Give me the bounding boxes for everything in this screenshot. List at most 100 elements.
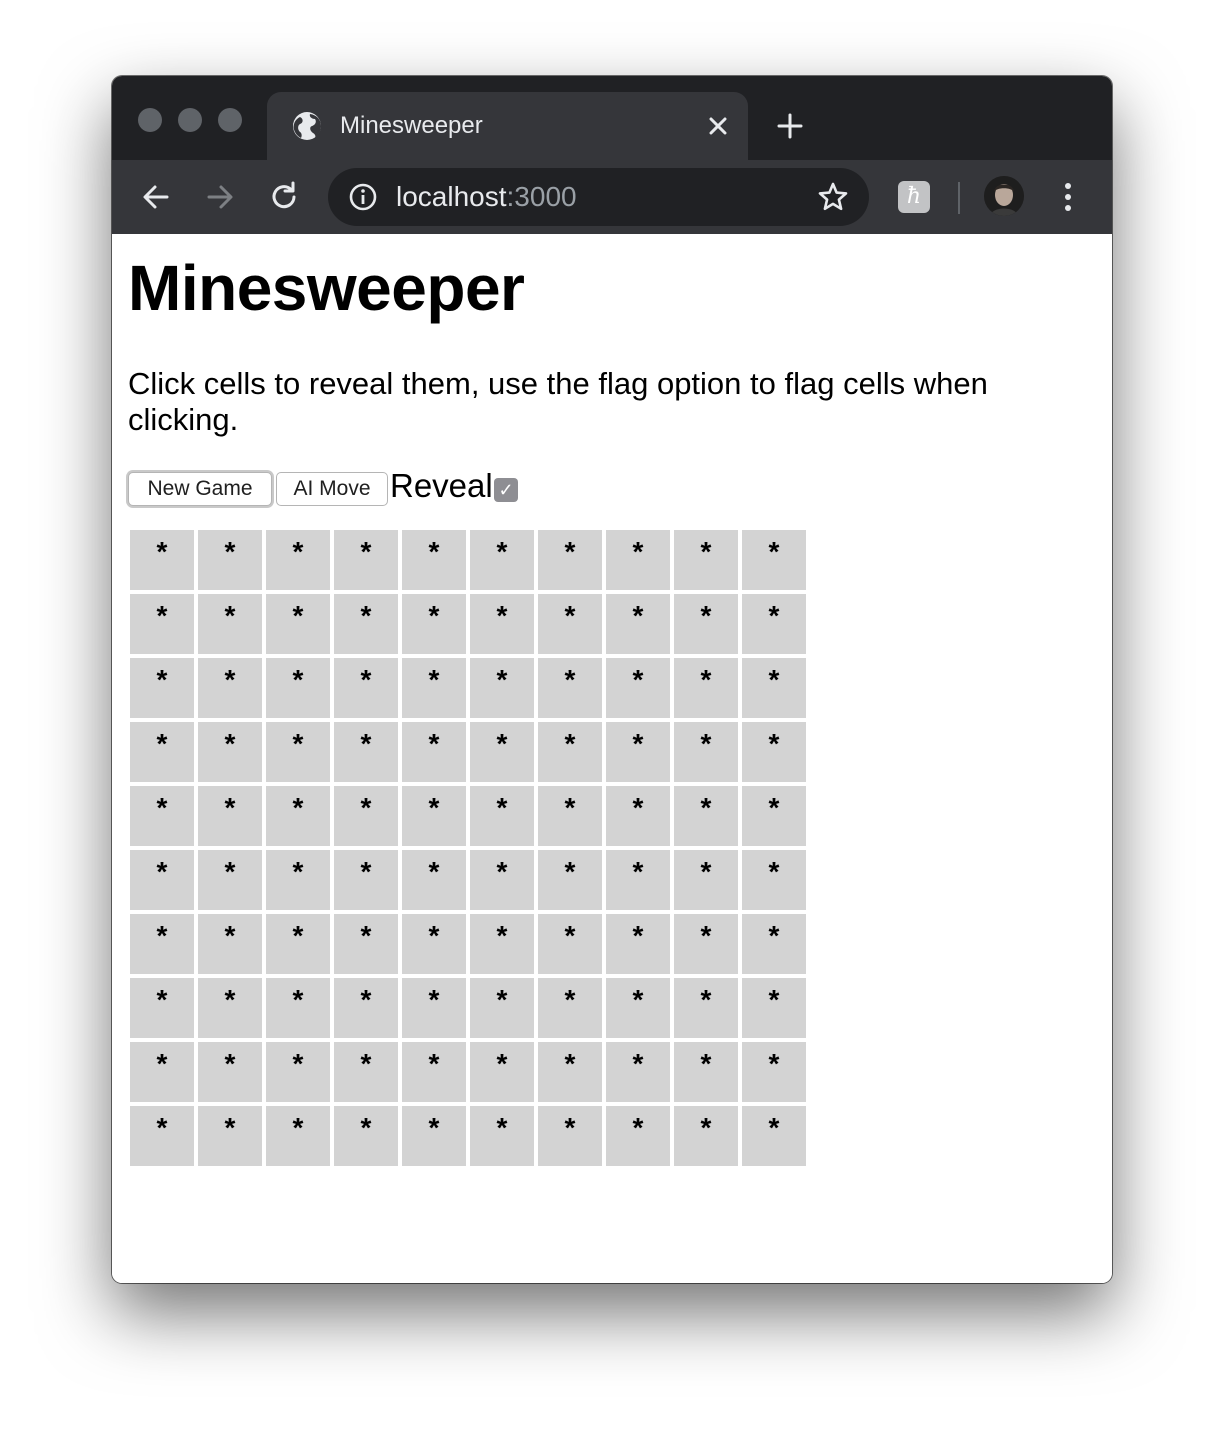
- board-cell[interactable]: *: [538, 1106, 602, 1166]
- board-cell[interactable]: *: [674, 914, 738, 974]
- board-cell[interactable]: *: [470, 914, 534, 974]
- board-cell[interactable]: *: [130, 658, 194, 718]
- board-cell[interactable]: *: [402, 914, 466, 974]
- board-cell[interactable]: *: [198, 722, 262, 782]
- board-cell[interactable]: *: [742, 914, 806, 974]
- zoom-window-button[interactable]: [218, 108, 242, 132]
- board-cell[interactable]: *: [130, 530, 194, 590]
- board-cell[interactable]: *: [198, 594, 262, 654]
- board-cell[interactable]: *: [674, 850, 738, 910]
- board-cell[interactable]: *: [538, 722, 602, 782]
- board-cell[interactable]: *: [402, 978, 466, 1038]
- board-cell[interactable]: *: [470, 722, 534, 782]
- extension-icon[interactable]: ħ: [898, 181, 930, 213]
- board-cell[interactable]: *: [130, 1106, 194, 1166]
- board-cell[interactable]: *: [606, 658, 670, 718]
- board-cell[interactable]: *: [402, 658, 466, 718]
- board-cell[interactable]: *: [470, 850, 534, 910]
- board-cell[interactable]: *: [470, 1042, 534, 1102]
- board-cell[interactable]: *: [606, 914, 670, 974]
- board-cell[interactable]: *: [538, 530, 602, 590]
- board-cell[interactable]: *: [402, 1106, 466, 1166]
- board-cell[interactable]: *: [334, 1042, 398, 1102]
- board-cell[interactable]: *: [198, 1106, 262, 1166]
- board-cell[interactable]: *: [674, 722, 738, 782]
- board-cell[interactable]: *: [334, 978, 398, 1038]
- avatar[interactable]: [984, 176, 1024, 216]
- board-cell[interactable]: *: [742, 530, 806, 590]
- board-cell[interactable]: *: [334, 594, 398, 654]
- board-cell[interactable]: *: [674, 530, 738, 590]
- board-cell[interactable]: *: [606, 1106, 670, 1166]
- board-cell[interactable]: *: [674, 594, 738, 654]
- board-cell[interactable]: *: [130, 786, 194, 846]
- board-cell[interactable]: *: [742, 850, 806, 910]
- arrow-left-icon[interactable]: [138, 179, 174, 215]
- ai-move-button[interactable]: AI Move: [276, 472, 388, 506]
- reveal-checkbox[interactable]: ✓: [494, 478, 518, 502]
- board-cell[interactable]: *: [334, 530, 398, 590]
- board-cell[interactable]: *: [402, 594, 466, 654]
- board-cell[interactable]: *: [334, 850, 398, 910]
- board-cell[interactable]: *: [266, 914, 330, 974]
- board-cell[interactable]: *: [334, 914, 398, 974]
- board-cell[interactable]: *: [674, 1106, 738, 1166]
- board-cell[interactable]: *: [334, 1106, 398, 1166]
- board-cell[interactable]: *: [470, 1106, 534, 1166]
- board-cell[interactable]: *: [538, 978, 602, 1038]
- board-cell[interactable]: *: [198, 658, 262, 718]
- board-cell[interactable]: *: [266, 658, 330, 718]
- board-cell[interactable]: *: [266, 722, 330, 782]
- reload-icon[interactable]: [266, 179, 302, 215]
- board-cell[interactable]: *: [538, 850, 602, 910]
- board-cell[interactable]: *: [130, 978, 194, 1038]
- board-cell[interactable]: *: [130, 1042, 194, 1102]
- board-cell[interactable]: *: [742, 786, 806, 846]
- board-cell[interactable]: *: [130, 594, 194, 654]
- board-cell[interactable]: *: [470, 530, 534, 590]
- board-cell[interactable]: *: [198, 850, 262, 910]
- board-cell[interactable]: *: [470, 786, 534, 846]
- board-cell[interactable]: *: [130, 914, 194, 974]
- board-cell[interactable]: *: [742, 978, 806, 1038]
- board-cell[interactable]: *: [130, 722, 194, 782]
- board-cell[interactable]: *: [266, 850, 330, 910]
- board-cell[interactable]: *: [742, 594, 806, 654]
- board-cell[interactable]: *: [334, 658, 398, 718]
- board-cell[interactable]: *: [266, 530, 330, 590]
- board-cell[interactable]: *: [198, 786, 262, 846]
- board-cell[interactable]: *: [470, 978, 534, 1038]
- board-cell[interactable]: *: [674, 978, 738, 1038]
- minimize-window-button[interactable]: [178, 108, 202, 132]
- address-bar[interactable]: localhost:3000: [328, 168, 869, 226]
- board-cell[interactable]: *: [198, 1042, 262, 1102]
- board-cell[interactable]: *: [198, 978, 262, 1038]
- board-cell[interactable]: *: [606, 594, 670, 654]
- board-cell[interactable]: *: [198, 914, 262, 974]
- board-cell[interactable]: *: [674, 658, 738, 718]
- info-icon[interactable]: [348, 182, 378, 212]
- board-cell[interactable]: *: [742, 1106, 806, 1166]
- board-cell[interactable]: *: [606, 978, 670, 1038]
- board-cell[interactable]: *: [674, 1042, 738, 1102]
- board-cell[interactable]: *: [742, 722, 806, 782]
- board-cell[interactable]: *: [538, 914, 602, 974]
- star-icon[interactable]: [816, 180, 850, 214]
- board-cell[interactable]: *: [674, 786, 738, 846]
- plus-icon[interactable]: [774, 110, 806, 142]
- board-cell[interactable]: *: [742, 1042, 806, 1102]
- board-cell[interactable]: *: [606, 530, 670, 590]
- board-cell[interactable]: *: [606, 722, 670, 782]
- board-cell[interactable]: *: [538, 786, 602, 846]
- new-game-button[interactable]: New Game: [128, 472, 272, 506]
- board-cell[interactable]: *: [538, 594, 602, 654]
- board-cell[interactable]: *: [402, 530, 466, 590]
- board-cell[interactable]: *: [470, 594, 534, 654]
- close-window-button[interactable]: [138, 108, 162, 132]
- board-cell[interactable]: *: [334, 722, 398, 782]
- board-cell[interactable]: *: [266, 594, 330, 654]
- board-cell[interactable]: *: [470, 658, 534, 718]
- arrow-right-icon[interactable]: [202, 179, 238, 215]
- board-cell[interactable]: *: [130, 850, 194, 910]
- board-cell[interactable]: *: [402, 786, 466, 846]
